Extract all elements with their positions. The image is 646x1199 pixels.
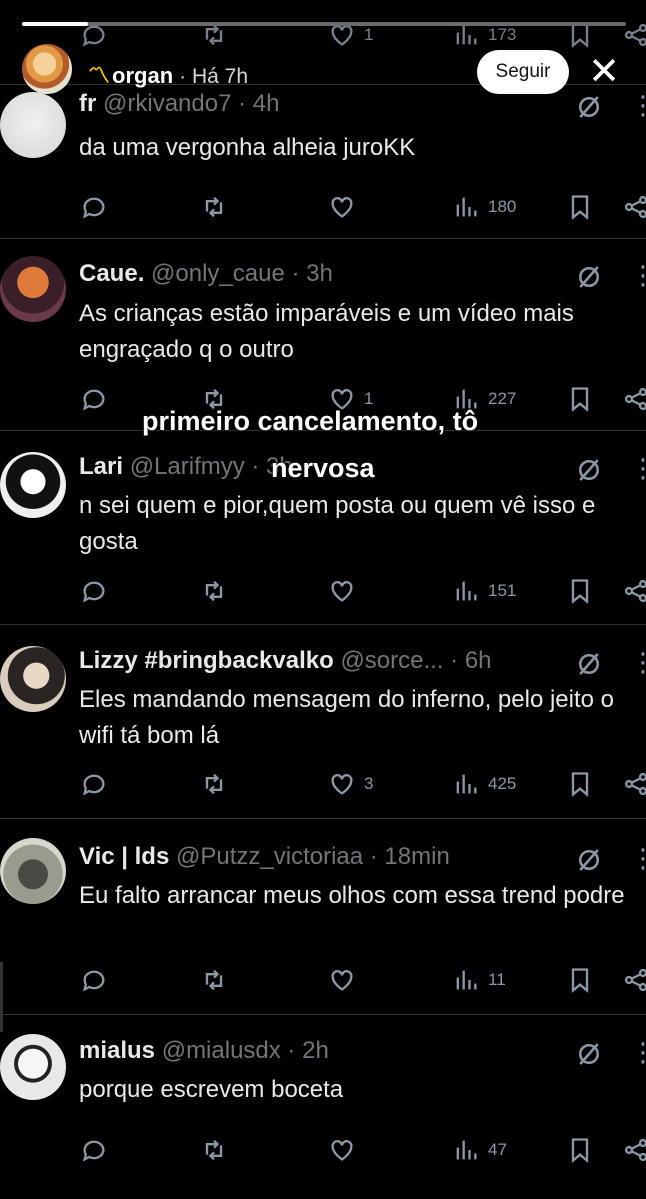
reply-icon[interactable] [80,190,108,224]
follow-button[interactable]: Seguir [477,50,569,94]
share-icon[interactable] [622,1133,646,1167]
tweet-header: Lizzy #bringbackvalko @sorce... · 6h [79,647,566,675]
share-icon[interactable] [622,963,646,997]
more-options-icon[interactable]: ⋮ [630,262,646,292]
tweet-divider [0,238,646,239]
tweet-divider [0,1014,646,1015]
avatar[interactable] [0,256,66,322]
share-icon[interactable] [622,190,646,224]
handle-time[interactable]: @sorce... · 6h [340,647,491,674]
caption-line-2: nervosa [271,453,375,483]
like-icon[interactable] [328,190,364,224]
tweet-header: mialus @mialusdx · 2h [79,1037,566,1065]
view-count: 227 [488,389,517,408]
like-icon[interactable] [328,574,364,608]
retweet-icon[interactable] [200,190,228,224]
close-icon[interactable]: ✕ [584,50,624,94]
tweet-actions: 11 [0,963,646,997]
story-username: organ [112,63,174,88]
avatar[interactable] [0,1034,66,1100]
like-icon[interactable] [328,1133,364,1167]
tweet-text: Eles mandando mensagem do inferno, pelo … [79,686,615,749]
grok-icon[interactable] [574,455,604,485]
handle-time[interactable]: @only_caue · 3h [151,260,333,287]
view-count: 180 [488,197,517,216]
left-edge-divider [0,962,3,1032]
more-options-icon[interactable]: ⋮ [630,1039,646,1069]
like-count: 3 [364,774,374,793]
bookmark-icon[interactable] [566,574,594,608]
bookmark-icon[interactable] [566,190,594,224]
handle-time[interactable]: @Putzz_victoriaa · 18min [176,843,450,870]
tweet-text: porque escrevem boceta [79,1076,344,1103]
tweet-actions: 3 425 [0,767,646,801]
tweet-header: Vic | lds @Putzz_victoriaa · 18min [79,843,566,871]
reply-icon[interactable] [80,382,108,416]
views-icon[interactable]: 11 [452,963,506,997]
story-progress-bar [22,22,626,26]
views-icon[interactable]: 425 [452,767,516,801]
display-name[interactable]: Lizzy #bringbackvalko [79,647,334,674]
grok-icon[interactable] [574,845,604,875]
story-time: · Há 7h [179,65,249,88]
tweet-actions: 47 [0,1133,646,1167]
handle-time[interactable]: @Larifmyy · 3h [130,453,293,480]
more-options-icon[interactable]: ⋮ [630,649,646,679]
like-icon[interactable]: 3 [328,767,373,801]
sparkle-icon: 〽 [88,63,111,88]
reply-icon[interactable] [80,963,108,997]
story-avatar[interactable] [22,44,72,94]
tweet-header: Caue. @only_caue · 3h [79,260,566,288]
retweet-icon[interactable] [200,1133,228,1167]
tweet-text: da uma vergonha alheia juroKK [79,134,416,161]
reply-icon[interactable] [80,574,108,608]
caption-line-1: primeiro cancelamento, tô [142,406,479,436]
views-icon[interactable]: 47 [452,1133,507,1167]
view-count: 47 [488,1140,507,1159]
view-count: 425 [488,774,517,793]
bookmark-icon[interactable] [566,382,594,416]
retweet-icon[interactable] [200,574,228,608]
tweet-divider [0,818,646,819]
avatar[interactable] [0,452,66,518]
avatar[interactable] [0,838,66,904]
more-options-icon[interactable]: ⋮ [630,455,646,485]
share-icon[interactable] [622,767,646,801]
view-count: 11 [488,970,506,989]
like-icon[interactable] [328,963,364,997]
handle-time[interactable]: @mialusdx · 2h [162,1037,329,1064]
grok-icon[interactable] [574,649,604,679]
bookmark-icon[interactable] [566,767,594,801]
tweet-text: Eu falto arrancar meus olhos com essa tr… [79,882,625,909]
tweet-text: n sei quem e pior,quem posta ou quem vê … [79,492,596,555]
retweet-icon[interactable] [200,767,228,801]
more-options-icon[interactable]: ⋮ [630,845,646,875]
grok-icon[interactable] [574,262,604,292]
display-name[interactable]: Lari [79,453,123,480]
reply-icon[interactable] [80,1133,108,1167]
retweet-icon[interactable] [200,963,228,997]
story-user[interactable]: 〽organ · Há 7h [88,58,248,90]
tweet-actions: 180 [0,190,646,224]
display-name[interactable]: Vic | lds [79,843,169,870]
views-icon[interactable]: 180 [452,190,516,224]
tweet-actions: 151 [0,574,646,608]
grok-icon[interactable] [574,1039,604,1069]
avatar[interactable] [0,646,66,712]
view-count: 151 [488,581,517,600]
tweet-divider [0,624,646,625]
views-icon[interactable]: 151 [452,574,516,608]
story-header: 〽organ · Há 7h Seguir ✕ [0,40,646,104]
display-name[interactable]: Caue. [79,260,144,287]
share-icon[interactable] [622,382,646,416]
bookmark-icon[interactable] [566,1133,594,1167]
bookmark-icon[interactable] [566,963,594,997]
story-progress-fill [22,22,89,26]
reply-icon[interactable] [80,767,108,801]
tweet-text: As crianças estão imparáveis e um vídeo … [79,300,574,363]
display-name[interactable]: mialus [79,1037,155,1064]
share-icon[interactable] [622,574,646,608]
